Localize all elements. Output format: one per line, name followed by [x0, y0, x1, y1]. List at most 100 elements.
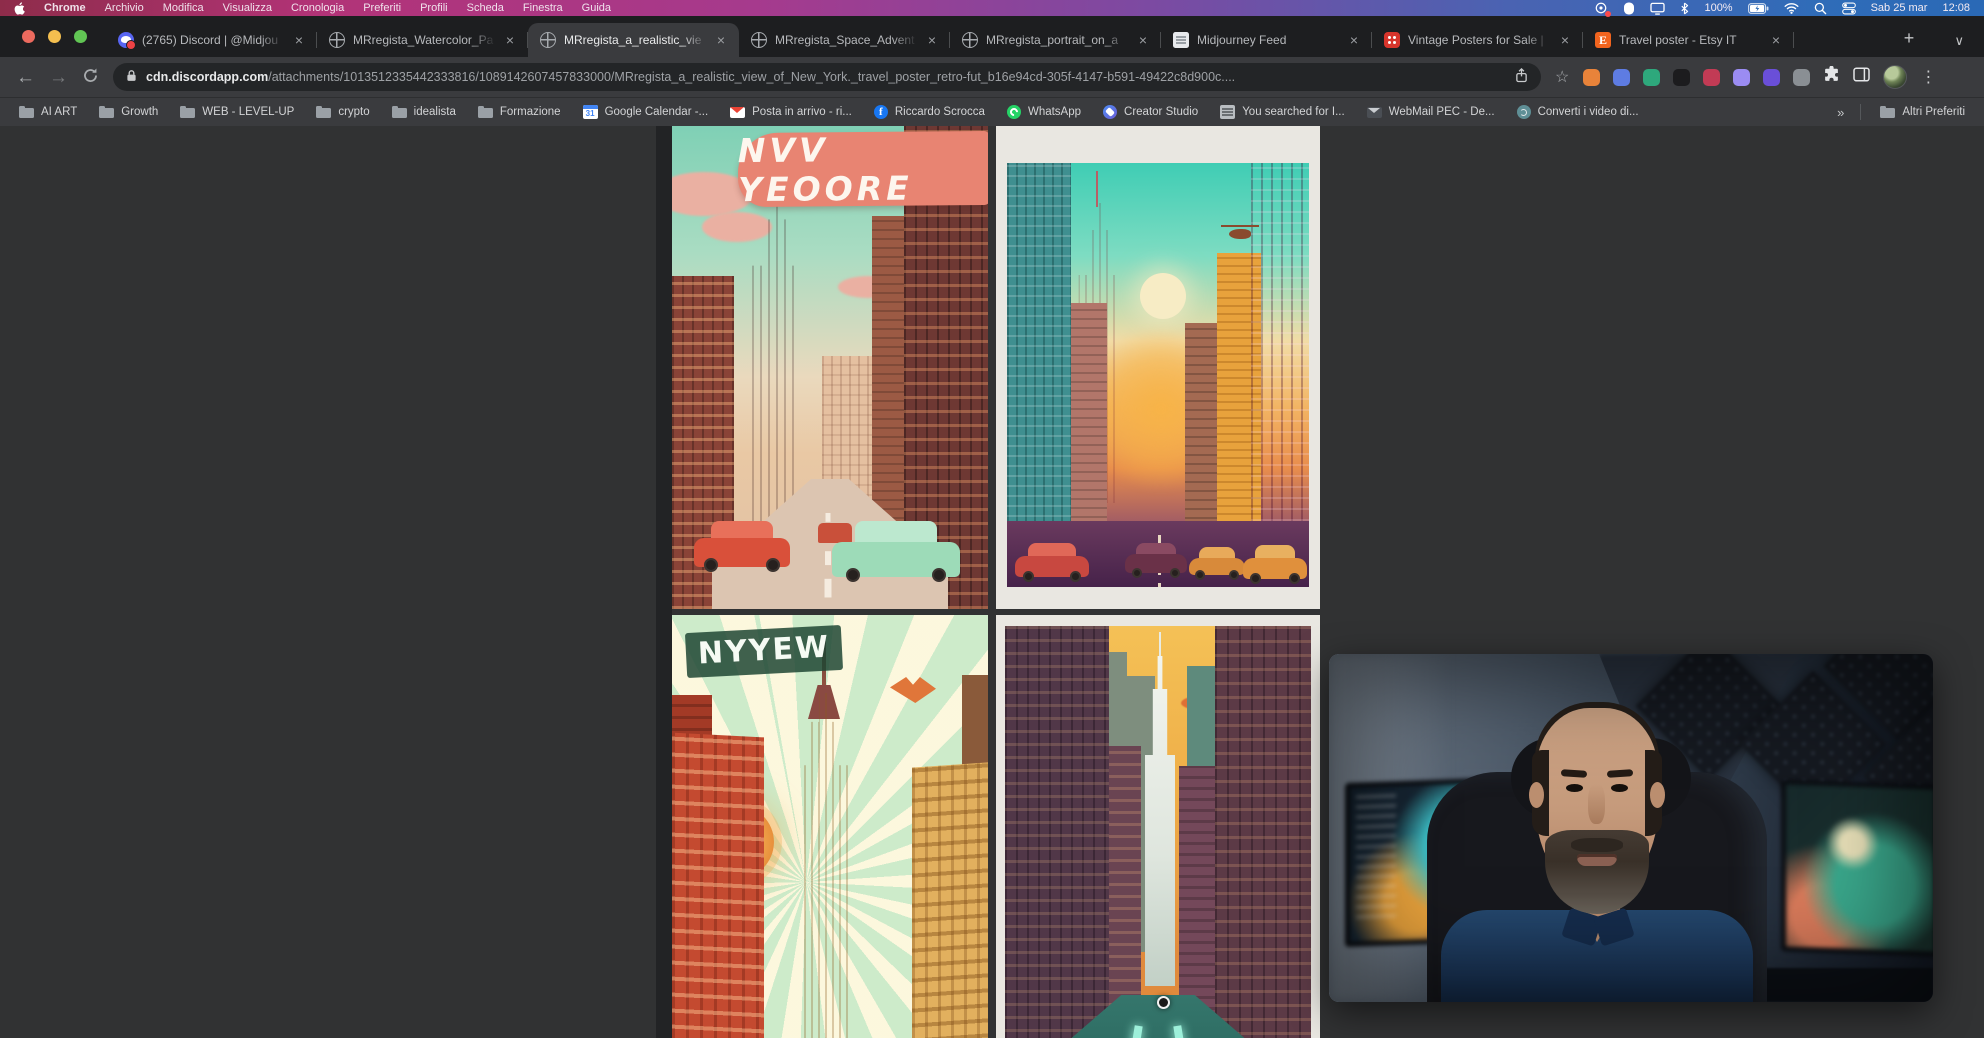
- tab-mrregista-portrait-on-a[interactable]: MRregista_portrait_on_a×: [950, 23, 1161, 57]
- other-bookmarks-button[interactable]: Altri Preferiti: [1871, 103, 1974, 121]
- control-center-icon[interactable]: [1842, 2, 1856, 15]
- helicopter: [1229, 229, 1251, 239]
- tab-2765-discord-midjou[interactable]: (2765) Discord | @Midjou×: [106, 23, 317, 57]
- key-extension-icon[interactable]: [1703, 69, 1720, 86]
- bookmark-ai-art[interactable]: AI ART: [10, 103, 86, 121]
- tab-close-button[interactable]: ×: [504, 32, 516, 48]
- bookmark-label: idealista: [414, 106, 456, 118]
- folder-icon: [1880, 108, 1895, 118]
- ghost-extension-icon[interactable]: [1733, 69, 1750, 86]
- close-window-button[interactable]: [22, 30, 35, 43]
- poster-new-york-sunset-framed[interactable]: [996, 126, 1320, 609]
- tab-close-button[interactable]: ×: [715, 32, 727, 48]
- menu-modifica[interactable]: Modifica: [163, 2, 204, 14]
- menubar-date[interactable]: Sab 25 mar: [1871, 2, 1928, 14]
- tab-close-button[interactable]: ×: [293, 32, 305, 48]
- tab-midjourney-feed[interactable]: Midjourney Feed×: [1161, 23, 1372, 57]
- bookmark-crypto[interactable]: crypto: [307, 103, 378, 121]
- bluetooth-icon[interactable]: [1680, 2, 1689, 15]
- menu-archivio[interactable]: Archivio: [105, 2, 144, 14]
- tab-close-button[interactable]: ×: [926, 32, 938, 48]
- reload-button[interactable]: [82, 67, 99, 88]
- bookmark-creator-studio[interactable]: Creator Studio: [1094, 102, 1207, 122]
- side-panel-icon[interactable]: [1853, 67, 1870, 87]
- s-extension-icon[interactable]: [1763, 69, 1780, 86]
- menu-app-name[interactable]: Chrome: [44, 2, 86, 14]
- bookmark-whatsapp[interactable]: WhatsApp: [998, 102, 1090, 122]
- bookmarks-bar: AI ARTGrowthWEB - LEVEL-UP crypto idealist…: [0, 97, 1984, 126]
- new-tab-button[interactable]: +: [1898, 28, 1920, 50]
- share-icon[interactable]: [1515, 68, 1528, 86]
- ear-right: [1650, 782, 1665, 808]
- tab-close-button[interactable]: ×: [1137, 32, 1149, 48]
- back-button[interactable]: ←: [16, 68, 35, 87]
- bookmarks-tail: » Altri Preferiti: [1831, 103, 1974, 121]
- tab-mrregista-space-advent[interactable]: MRregista_Space_Advent×: [739, 23, 950, 57]
- tab-close-button[interactable]: ×: [1348, 32, 1360, 48]
- image-dark-edge: [656, 126, 672, 1038]
- etsy-favicon-icon: [1595, 32, 1611, 48]
- menubar-clock[interactable]: 12:08: [1942, 2, 1970, 14]
- bookmark-converti-i-video-di[interactable]: Converti i video di...: [1508, 102, 1648, 122]
- wings-extension-icon[interactable]: [1613, 69, 1630, 86]
- bookmarks-overflow-button[interactable]: »: [1831, 105, 1850, 120]
- poster-empire-state-sunburst[interactable]: NYYEW: [672, 615, 988, 1038]
- screen-mirroring-icon[interactable]: [1594, 1, 1608, 15]
- fox-extension-icon[interactable]: [1583, 69, 1600, 86]
- menu-preferiti[interactable]: Preferiti: [363, 2, 401, 14]
- h-extension-icon[interactable]: [1673, 69, 1690, 86]
- cs-icon: [1103, 105, 1117, 119]
- bookmark-growth[interactable]: Growth: [90, 103, 167, 121]
- facebook-icon: [874, 105, 888, 119]
- wifi-icon[interactable]: [1784, 2, 1799, 14]
- tab-vintage-posters-for-sale[interactable]: Vintage Posters for Sale |×: [1372, 23, 1583, 57]
- globe-favicon-icon: [329, 32, 345, 48]
- shield-icon[interactable]: [1623, 2, 1635, 15]
- notion-extension-icon[interactable]: [1643, 69, 1660, 86]
- bookmark-star-icon[interactable]: ☆: [1555, 67, 1569, 87]
- zoom-window-button[interactable]: [74, 30, 87, 43]
- apple-logo-icon[interactable]: [14, 2, 25, 15]
- bookmark-you-searched-for-i[interactable]: You searched for I...: [1211, 102, 1354, 122]
- bookmark-posta-in-arrivo-ri[interactable]: Posta in arrivo - ri...: [721, 103, 861, 121]
- bookmark-web-level-up[interactable]: WEB - LEVEL-UP: [171, 103, 303, 121]
- bookmark-google-calendar[interactable]: Google Calendar -...: [574, 102, 718, 122]
- grid-extension-icon[interactable]: [1793, 69, 1810, 86]
- menu-visualizza[interactable]: Visualizza: [223, 2, 272, 14]
- menu-scheda[interactable]: Scheda: [467, 2, 504, 14]
- chrome-menu-kebab-icon[interactable]: ⋮: [1920, 67, 1936, 87]
- poster-new-york-vintage-cars[interactable]: NVV YEOORE: [672, 126, 988, 609]
- extensions-puzzle-icon[interactable]: [1823, 66, 1840, 88]
- folder-icon: [478, 108, 493, 118]
- poster-taxi-street-framed[interactable]: [996, 615, 1320, 1038]
- tab-search-chevron-icon[interactable]: ∨: [1954, 33, 1964, 49]
- bookmark-formazione[interactable]: Formazione: [469, 103, 570, 121]
- address-bar[interactable]: cdn.discordapp.com/attachments/101351233…: [113, 63, 1541, 91]
- bookmark-riccardo-scrocca[interactable]: Riccardo Scrocca: [865, 102, 994, 122]
- menu-cronologia[interactable]: Cronologia: [291, 2, 344, 14]
- calendar-icon: [583, 105, 598, 119]
- tab-travel-poster-etsy-it[interactable]: Travel poster - Etsy IT×: [1583, 23, 1794, 57]
- display-icon[interactable]: [1650, 2, 1665, 15]
- tab-close-button[interactable]: ×: [1770, 32, 1782, 48]
- bookmark-label: crypto: [338, 106, 369, 118]
- tab-mrregista-watercolor-pa[interactable]: MRregista_Watercolor_Pa×: [317, 23, 528, 57]
- profile-avatar[interactable]: [1883, 65, 1907, 89]
- bookmark-webmail-pec-de[interactable]: WebMail PEC - De...: [1358, 103, 1504, 121]
- bookmark-label: WebMail PEC - De...: [1389, 106, 1495, 118]
- menu-guida[interactable]: Guida: [582, 2, 611, 14]
- menu-profili[interactable]: Profili: [420, 2, 448, 14]
- tab-close-button[interactable]: ×: [1559, 32, 1571, 48]
- spotlight-search-icon[interactable]: [1814, 2, 1827, 15]
- bookmark-label: Posta in arrivo - ri...: [752, 106, 852, 118]
- forward-button[interactable]: →: [49, 68, 68, 87]
- tab-mrregista-a-realistic-vie[interactable]: MRregista_a_realistic_vie×: [528, 23, 739, 57]
- folder-icon: [316, 108, 331, 118]
- battery-icon[interactable]: [1748, 3, 1769, 14]
- gmail-icon: [730, 107, 745, 118]
- bookmark-idealista[interactable]: idealista: [383, 103, 465, 121]
- menu-finestra[interactable]: Finestra: [523, 2, 563, 14]
- discord-favicon-icon: [118, 32, 134, 48]
- minimize-window-button[interactable]: [48, 30, 61, 43]
- orange-car-2: [1243, 545, 1307, 579]
